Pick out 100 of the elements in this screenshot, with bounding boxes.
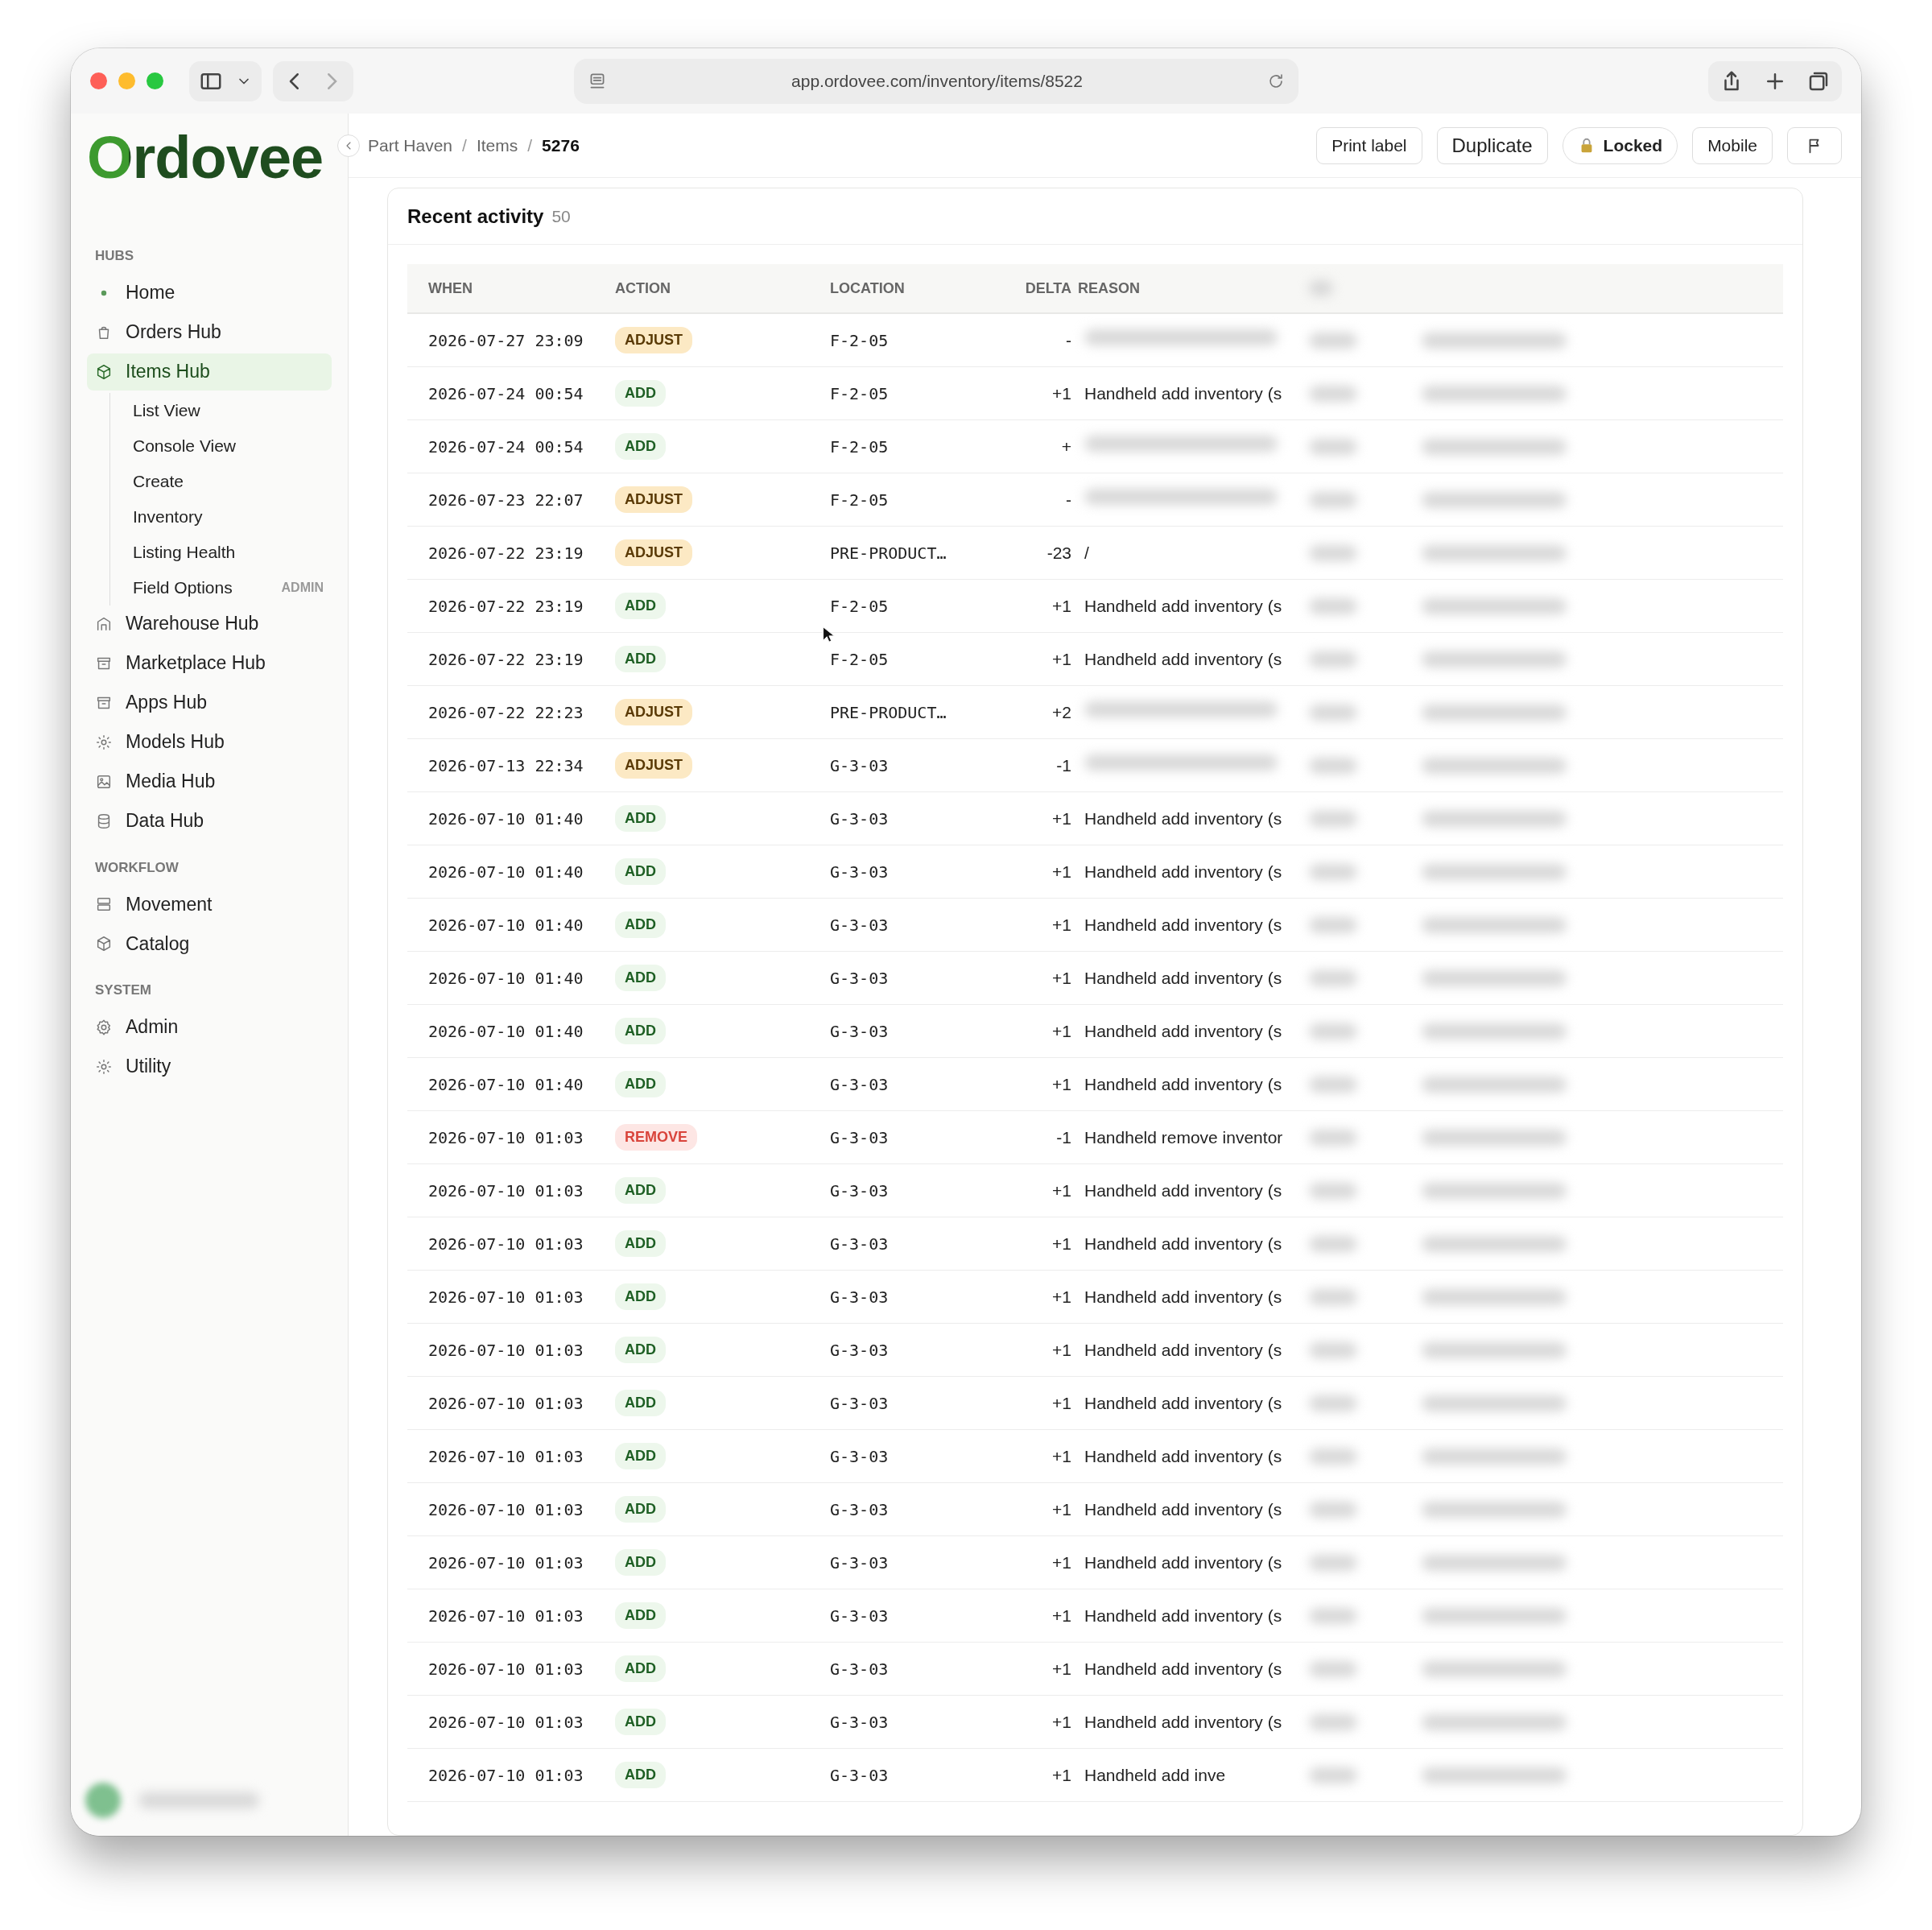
sidebar-item[interactable]: Utility <box>87 1048 332 1085</box>
action-tag: ADJUST <box>615 699 692 725</box>
table-cell: Handheld add inve <box>1084 1765 1226 1784</box>
submenu-item[interactable]: Inventory <box>133 503 203 530</box>
close-button[interactable] <box>90 72 107 89</box>
table-cell: Handheld add inventory (s <box>1084 596 1282 615</box>
submenu-item[interactable]: Field Options <box>133 574 233 601</box>
table-cell: Handheld add inventory (s <box>1084 1712 1282 1731</box>
table-cell-text: - <box>1065 329 1071 351</box>
table-cell-text: G-3-03 <box>830 1711 890 1734</box>
sidebar-item[interactable]: Admin <box>87 1008 332 1046</box>
blurred-text <box>1309 1713 1357 1730</box>
blurred-text <box>1309 491 1357 508</box>
action-tag: ADD <box>615 380 666 407</box>
blurred-text <box>1309 1129 1357 1146</box>
table-cell: Handheld add inventory (s <box>1084 1180 1282 1200</box>
sidebar-item[interactable]: Data Hub <box>87 802 332 840</box>
table-cell-text: +1 <box>1051 1658 1071 1680</box>
table-cell: Handheld add inventory (s <box>1084 1606 1282 1625</box>
table-cell-text: -23 <box>1046 542 1071 564</box>
table-cell: Handheld remove inventor <box>1084 1127 1283 1147</box>
blurred-text <box>1309 438 1357 455</box>
address-bar[interactable]: app.ordovee.com/inventory/items/8522 <box>574 58 1298 104</box>
table-cell-text: PRE-PRODUCT… <box>830 701 947 724</box>
table-cell-text: 2026-07-10 01:40 <box>427 1020 584 1043</box>
table-cell: Handheld add inventory (s <box>1084 1234 1282 1253</box>
section-title: SYSTEM <box>94 982 152 999</box>
table-cell-text: G-3-03 <box>830 1180 890 1202</box>
table-cell-text: +1 <box>1051 1498 1071 1520</box>
action-tag: ADD <box>615 1549 666 1576</box>
action-button[interactable]: Duplicate <box>1436 126 1548 164</box>
action-tag: ADD <box>615 1762 666 1788</box>
sidebar-item[interactable]: Home <box>87 274 332 312</box>
action-tag: ADD <box>615 1709 666 1735</box>
table-cell: Handheld add inventory (s <box>1084 1499 1282 1519</box>
table-cell-text: G-3-03 <box>830 1605 890 1627</box>
action-button[interactable]: Mobile <box>1692 126 1773 164</box>
action-tag: ADD <box>615 858 666 885</box>
table-cell-text: +2 <box>1051 701 1071 723</box>
blurred-text <box>1309 385 1357 402</box>
blurred-text <box>1309 1607 1357 1624</box>
table-cell-text: +1 <box>1051 1392 1071 1414</box>
action-tag: ADD <box>615 911 666 938</box>
sun-icon <box>95 733 113 751</box>
activity-count: 50 <box>551 205 571 227</box>
table-cell-text: 2026-07-22 23:19 <box>427 648 584 671</box>
table-cell-text: F-2-05 <box>830 489 890 511</box>
table-cell-text: +1 <box>1051 595 1071 617</box>
sidebar-item[interactable]: Items Hub <box>87 353 332 391</box>
action-tag: ADD <box>615 593 666 619</box>
sidebar-item[interactable]: Models Hub <box>87 723 332 761</box>
submenu-item[interactable]: Console View <box>133 432 237 459</box>
action-tag: REMOVE <box>615 1124 697 1151</box>
blurred-text <box>1309 1767 1357 1783</box>
table-cell-text: +1 <box>1051 648 1071 670</box>
table-cell-text: 2026-07-10 01:03 <box>427 1339 584 1362</box>
blurred-text <box>1309 704 1357 721</box>
breadcrumb-link[interactable]: Part Haven <box>368 132 453 159</box>
submenu-item[interactable]: Listing Health <box>133 539 236 565</box>
sidebar-item[interactable]: Marketplace Hub <box>87 644 332 682</box>
table-cell-text: +1 <box>1051 382 1071 404</box>
action-tag: ADD <box>615 1655 666 1682</box>
table-cell-text: F-2-05 <box>830 648 890 671</box>
sidebar-item[interactable]: Warehouse Hub <box>87 605 332 643</box>
table-cell-text: G-3-03 <box>830 1658 890 1680</box>
column-header: LOCATION <box>830 279 906 298</box>
table-cell-text: G-3-03 <box>830 967 890 990</box>
table-cell: Handheld add inventory (s <box>1084 808 1282 828</box>
table-cell: Handheld add inventory (s <box>1084 1074 1282 1093</box>
submenu-item[interactable]: List View <box>133 397 200 424</box>
action-tag: ADD <box>615 1071 666 1097</box>
action-tag: ADD <box>615 965 666 991</box>
table-cell-text: +1 <box>1051 808 1071 829</box>
blurred-text <box>1309 1448 1357 1465</box>
sidebar-item[interactable]: Apps Hub <box>87 684 332 721</box>
table-cell-text: F-2-05 <box>830 329 890 352</box>
table-cell-text: 2026-07-10 01:03 <box>427 1764 584 1787</box>
table-cell-text: G-3-03 <box>830 1392 890 1415</box>
table-cell-text: 2026-07-10 01:03 <box>427 1498 584 1521</box>
sidebar-item[interactable]: Media Hub <box>87 762 332 800</box>
column-header: ACTION <box>615 279 671 298</box>
action-tag: ADJUST <box>615 486 692 513</box>
table-cell: Handheld add inventory (s <box>1084 1552 1282 1572</box>
flag-button[interactable] <box>1787 126 1842 164</box>
table-cell-text: F-2-05 <box>830 595 890 618</box>
lock-button[interactable]: Locked <box>1562 126 1678 164</box>
table-cell-text: +1 <box>1051 1711 1071 1733</box>
sidebar-item[interactable]: Catalog <box>87 925 332 962</box>
action-button[interactable]: Print label <box>1316 126 1422 164</box>
table-cell-text: F-2-05 <box>830 436 890 458</box>
sidebar-item[interactable]: Orders Hub <box>87 313 332 351</box>
url-text: app.ordovee.com/inventory/items/8522 <box>791 70 1084 92</box>
sidebar-item[interactable]: Movement <box>87 886 332 923</box>
table-cell-text: G-3-03 <box>830 1552 890 1574</box>
submenu-item[interactable]: Create <box>133 468 184 494</box>
table-cell-text: 2026-07-10 01:40 <box>427 967 584 990</box>
breadcrumb-link[interactable]: Items <box>476 132 518 159</box>
table-cell: Handheld add inventory (s <box>1084 1393 1282 1412</box>
action-tag: ADJUST <box>615 752 692 779</box>
blurred-text <box>1309 916 1357 933</box>
